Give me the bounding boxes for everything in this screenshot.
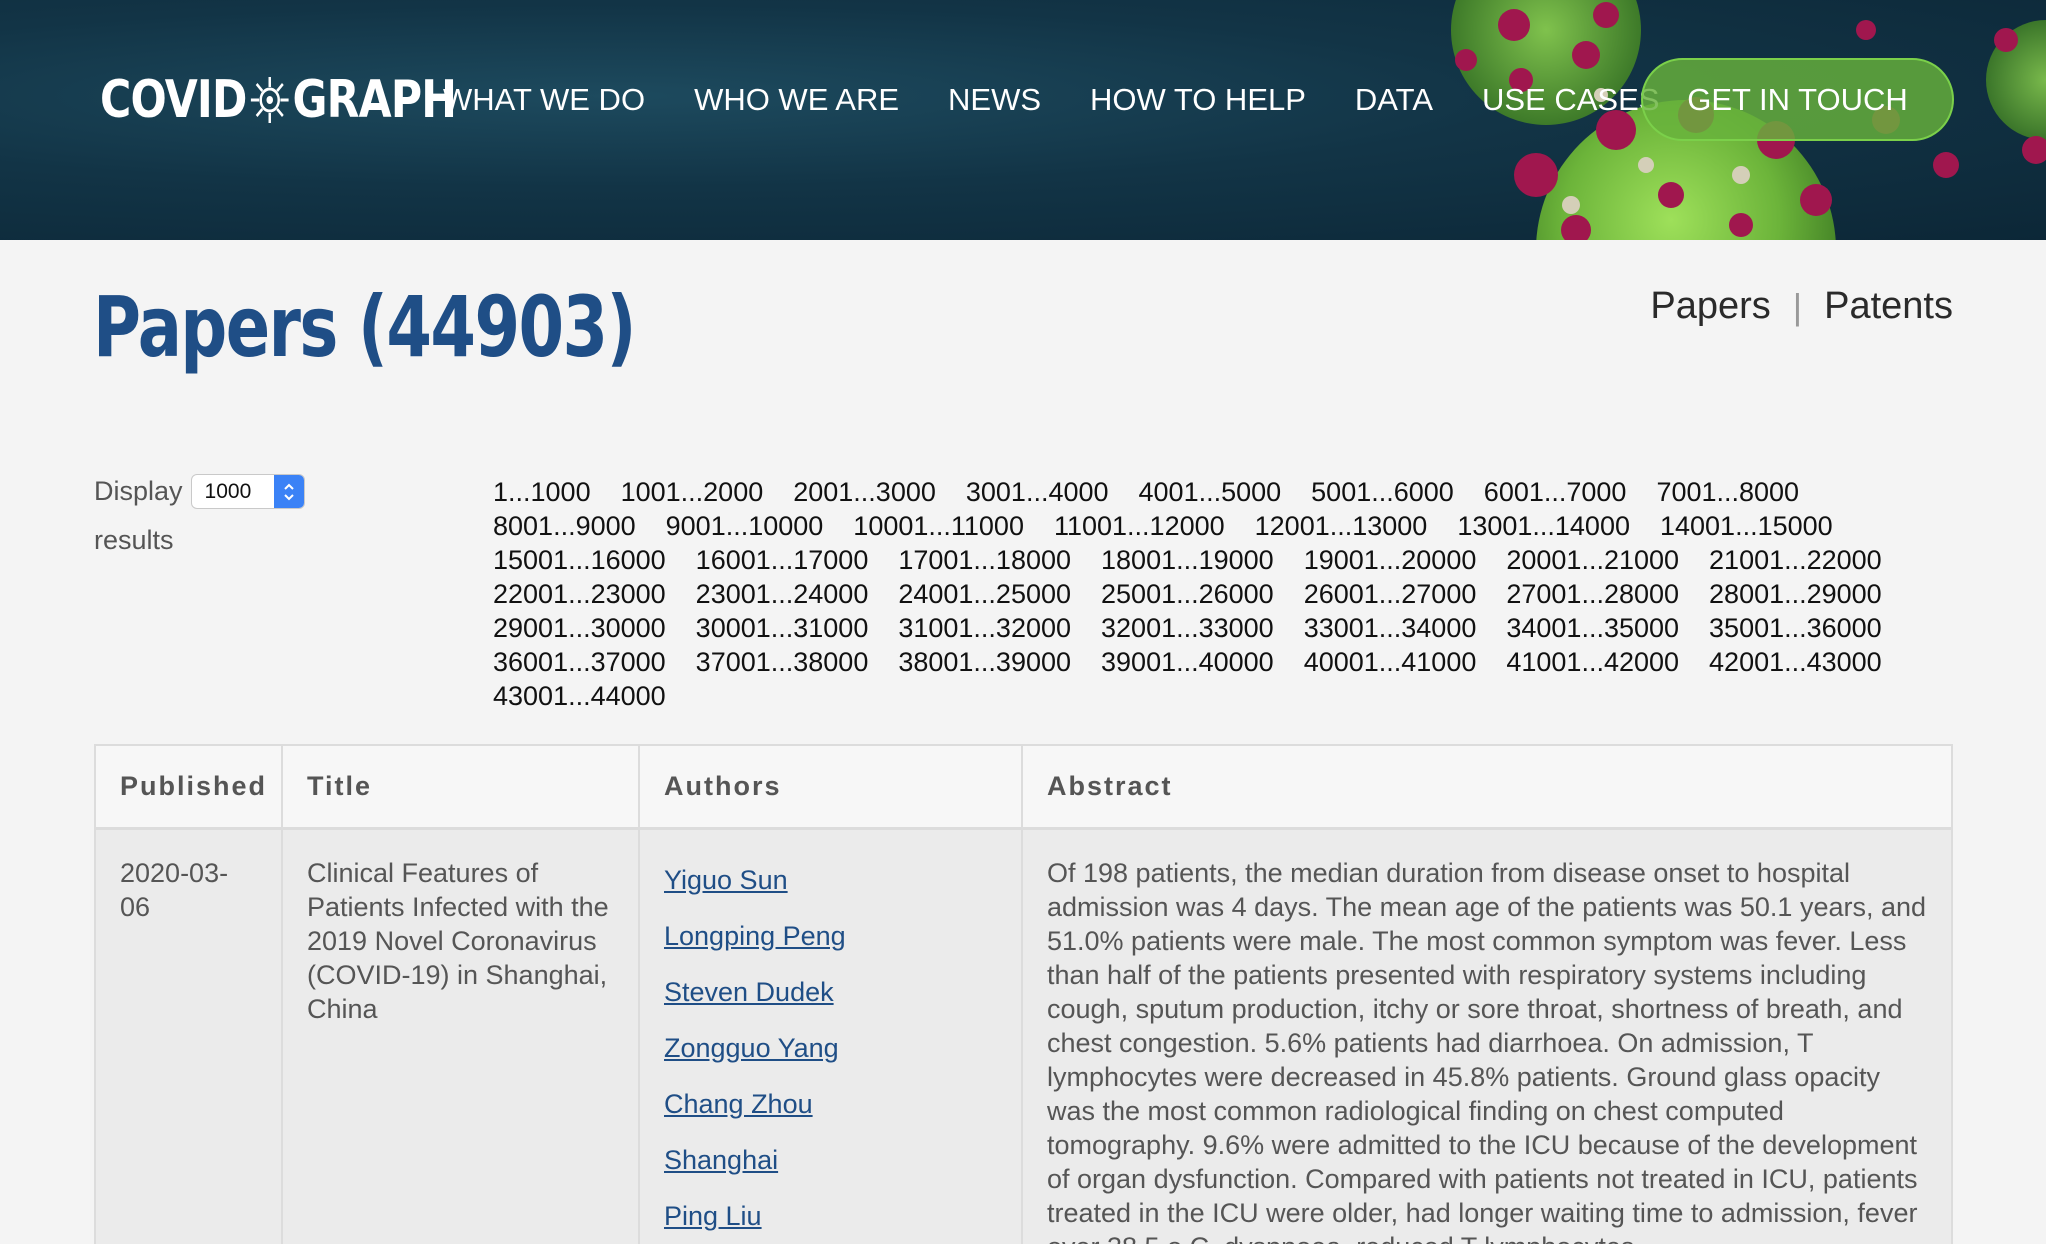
range-link[interactable]: 12001...13000 <box>1255 509 1428 543</box>
range-link[interactable]: 22001...23000 <box>493 577 666 611</box>
range-link[interactable]: 20001...21000 <box>1506 543 1679 577</box>
nav-news[interactable]: NEWS <box>948 76 1041 124</box>
select-arrows-icon <box>273 475 304 508</box>
range-link[interactable]: 36001...37000 <box>493 645 666 679</box>
range-link[interactable]: 24001...25000 <box>898 577 1071 611</box>
papers-link[interactable]: Papers <box>1650 285 1770 328</box>
range-link[interactable]: 4001...5000 <box>1139 475 1282 509</box>
page-size-select[interactable]: 1000 <box>190 474 305 509</box>
range-line: 8001...9000 9001...10000 10001...11000 1100… <box>493 509 1893 543</box>
range-link[interactable]: 19001...20000 <box>1304 543 1477 577</box>
range-links: 1...1000 1001...2000 2001...3000 3001...400… <box>493 475 1893 713</box>
range-link[interactable]: 1001...2000 <box>621 475 764 509</box>
range-link[interactable]: 5001...6000 <box>1311 475 1454 509</box>
range-link[interactable]: 18001...19000 <box>1101 543 1274 577</box>
virus-logo-icon <box>250 77 289 123</box>
range-line: 36001...37000 37001...38000 38001...39000 3… <box>493 645 1893 679</box>
range-link[interactable]: 13001...14000 <box>1457 509 1630 543</box>
range-link[interactable]: 7001...8000 <box>1656 475 1799 509</box>
range-link[interactable]: 8001...9000 <box>493 509 636 543</box>
switcher-separator: | <box>1792 285 1803 327</box>
logo-text-graph: GRAPH <box>292 70 457 130</box>
table-row: 2020-03-06 Clinical Features of Patients… <box>96 830 1951 1244</box>
range-link[interactable]: 27001...28000 <box>1506 577 1679 611</box>
table-header: Published Title Authors Abstract <box>96 746 1951 830</box>
author-link[interactable]: Longping Peng <box>664 919 997 953</box>
display-control: Display 1000 results <box>94 474 305 556</box>
range-link[interactable]: 34001...35000 <box>1506 611 1679 645</box>
author-link[interactable]: Yiguo Sun <box>664 863 997 897</box>
range-link[interactable]: 41001...42000 <box>1506 645 1679 679</box>
range-link[interactable]: 30001...31000 <box>696 611 869 645</box>
range-link[interactable]: 15001...16000 <box>493 543 666 577</box>
page-size-value: 1000 <box>204 479 252 503</box>
range-link[interactable]: 3001...4000 <box>966 475 1109 509</box>
site-logo[interactable]: COVID GRAPH <box>100 70 457 130</box>
range-line: 1...1000 1001...2000 2001...3000 3001...400… <box>493 475 1893 509</box>
author-link[interactable]: Ping Liu <box>664 1199 997 1233</box>
display-label: Display <box>94 476 183 506</box>
range-link[interactable]: 42001...43000 <box>1709 645 1882 679</box>
get-in-touch-button[interactable]: GET IN TOUCH <box>1641 58 1954 141</box>
range-link[interactable]: 28001...29000 <box>1709 577 1882 611</box>
range-link[interactable]: 1...1000 <box>493 475 591 509</box>
range-link[interactable]: 25001...26000 <box>1101 577 1274 611</box>
author-link[interactable]: Chang Zhou <box>664 1087 997 1121</box>
range-link[interactable]: 35001...36000 <box>1709 611 1882 645</box>
range-link[interactable]: 39001...40000 <box>1101 645 1274 679</box>
range-link[interactable]: 14001...15000 <box>1660 509 1833 543</box>
nav-use-cases[interactable]: USE CASES <box>1482 76 1659 124</box>
range-link[interactable]: 31001...32000 <box>898 611 1071 645</box>
range-link[interactable]: 11001...12000 <box>1054 509 1225 543</box>
nav-how-to-help[interactable]: HOW TO HELP <box>1090 76 1306 124</box>
cell-title: Clinical Features of Patients Infected w… <box>283 830 640 1244</box>
range-link[interactable]: 16001...17000 <box>696 543 869 577</box>
range-link[interactable]: 10001...11000 <box>853 509 1024 543</box>
range-line: 15001...16000 16001...17000 17001...18000 1… <box>493 543 1893 577</box>
page-title: Papers (44903) <box>93 278 636 376</box>
site-header: COVID GRAPH WHAT WE DO WHO WE ARE NEWS H… <box>0 0 2046 240</box>
col-published[interactable]: Published <box>96 746 283 827</box>
range-link[interactable]: 6001...7000 <box>1484 475 1627 509</box>
nav-data[interactable]: DATA <box>1355 76 1433 124</box>
results-label: results <box>94 525 174 555</box>
range-link[interactable]: 21001...22000 <box>1709 543 1882 577</box>
cell-abstract: Of 198 patients, the median duration fro… <box>1047 858 1927 1244</box>
range-line: 22001...23000 23001...24000 24001...25000 2… <box>493 577 1893 611</box>
nav-who-we-are[interactable]: WHO WE ARE <box>694 76 899 124</box>
patents-link[interactable]: Patents <box>1824 285 1953 328</box>
range-link[interactable]: 32001...33000 <box>1101 611 1274 645</box>
range-link[interactable]: 40001...41000 <box>1304 645 1477 679</box>
range-link[interactable]: 2001...3000 <box>793 475 936 509</box>
range-link[interactable]: 38001...39000 <box>898 645 1071 679</box>
range-line: 43001...44000 <box>493 679 1893 713</box>
main-nav: WHAT WE DO WHO WE ARE NEWS HOW TO HELP D… <box>443 76 1708 124</box>
range-link[interactable]: 43001...44000 <box>493 679 666 713</box>
logo-text-covid: COVID <box>100 70 247 130</box>
cell-authors: Yiguo Sun Longping Peng Steven Dudek Zon… <box>640 830 1023 1244</box>
author-link[interactable]: Zongguo Yang <box>664 1031 997 1065</box>
nav-what-we-do[interactable]: WHAT WE DO <box>443 76 645 124</box>
papers-patents-switcher: Papers | Patents <box>1650 285 1953 328</box>
author-link[interactable]: Steven Dudek <box>664 975 997 1009</box>
col-authors[interactable]: Authors <box>640 746 1023 827</box>
range-link[interactable]: 33001...34000 <box>1304 611 1477 645</box>
range-link[interactable]: 37001...38000 <box>696 645 869 679</box>
range-link[interactable]: 17001...18000 <box>898 543 1071 577</box>
range-link[interactable]: 9001...10000 <box>666 509 824 543</box>
range-link[interactable]: 23001...24000 <box>696 577 869 611</box>
range-link[interactable]: 29001...30000 <box>493 611 666 645</box>
col-abstract[interactable]: Abstract <box>1023 746 1951 827</box>
author-link[interactable]: Shanghai <box>664 1143 997 1177</box>
range-link[interactable]: 26001...27000 <box>1304 577 1477 611</box>
range-line: 29001...30000 30001...31000 31001...32000 3… <box>493 611 1893 645</box>
papers-table: Published Title Authors Abstract 2020-03… <box>94 744 1953 1244</box>
col-title[interactable]: Title <box>283 746 640 827</box>
cell-published: 2020-03-06 <box>96 830 283 1244</box>
